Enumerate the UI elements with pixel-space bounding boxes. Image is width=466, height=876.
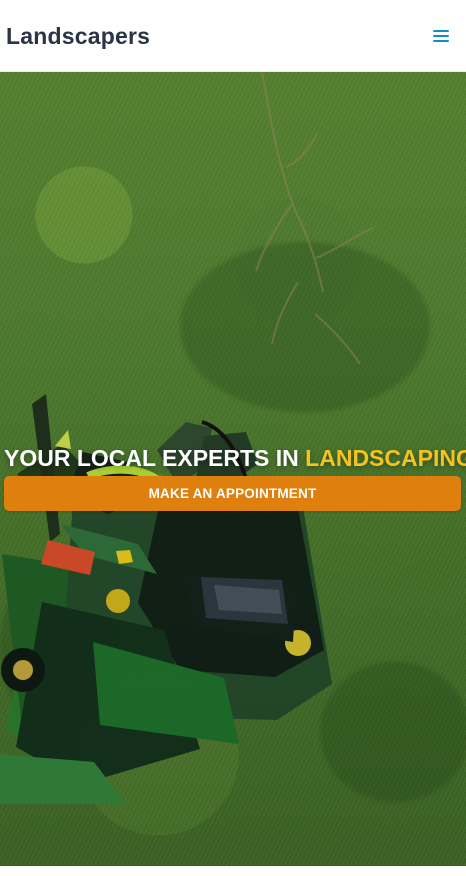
hero-title-highlight: LANDSCAPING <box>305 445 466 472</box>
landscapers-page: Landscapers YOUR LOCAL EXPERTS IN LANDSC… <box>0 0 466 876</box>
site-logo-text[interactable]: Landscapers <box>6 20 150 52</box>
menu-icon <box>433 30 449 42</box>
below-hero-space <box>0 866 466 876</box>
hero-section: YOUR LOCAL EXPERTS IN LANDSCAPING MAKE A… <box>0 72 466 866</box>
hero-title-prefix: YOUR LOCAL EXPERTS IN <box>4 445 306 472</box>
make-appointment-button[interactable]: MAKE AN APPOINTMENT <box>4 476 461 511</box>
lawn-mower-image <box>0 394 332 804</box>
site-header: Landscapers <box>0 0 466 72</box>
hero-title: YOUR LOCAL EXPERTS IN LANDSCAPING <box>4 442 466 474</box>
menu-button[interactable] <box>430 26 452 46</box>
